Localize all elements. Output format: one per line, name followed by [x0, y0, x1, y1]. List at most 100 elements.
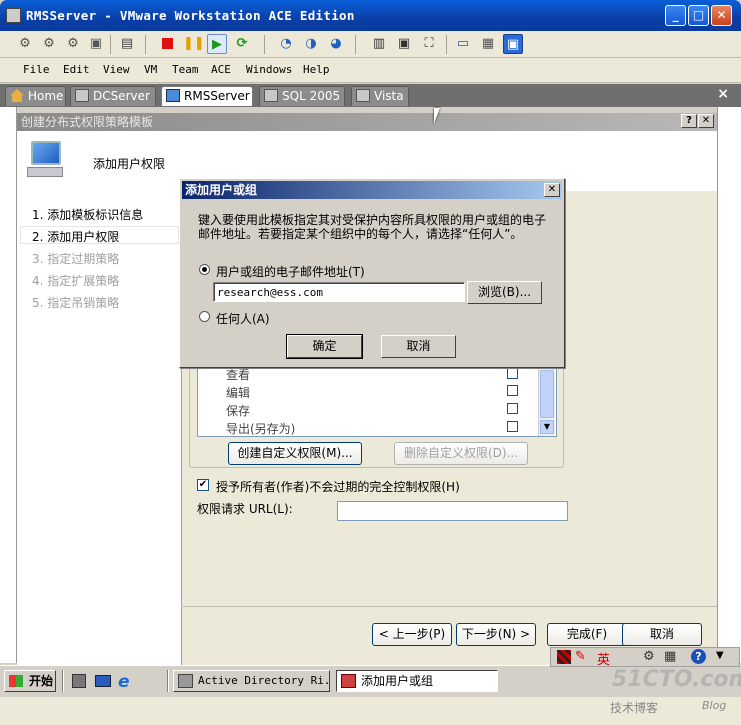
close-button[interactable]: ✕	[711, 5, 732, 26]
menu-vm[interactable]: VM	[144, 63, 157, 76]
take-snapshot-icon[interactable]: ◔	[276, 34, 296, 54]
summary-icon[interactable]: ▤	[117, 34, 137, 54]
internet-explorer-icon[interactable]: e	[118, 672, 130, 692]
play-icon[interactable]: ▶	[207, 34, 227, 54]
computer-icon	[27, 141, 67, 179]
email-option-radio[interactable]	[199, 264, 210, 275]
permission-view-checkbox[interactable]	[507, 368, 518, 379]
summary-view-icon[interactable]: ▦	[478, 34, 498, 54]
permissions-scrollbar[interactable]: ▼	[538, 368, 555, 436]
scroll-thumb[interactable]	[540, 370, 554, 418]
finish-button[interactable]: 完成(F)	[547, 623, 627, 646]
manage-snapshots-icon[interactable]: ◕	[326, 34, 346, 54]
mouse-cursor	[434, 108, 446, 124]
restore-snapshot-icon[interactable]: ◑	[301, 34, 321, 54]
menu-file[interactable]: File	[23, 63, 50, 76]
step-2: 2. 添加用户权限	[32, 230, 120, 244]
dialog-description: 键入要使用此模板指定其对受保护内容所具权限的用户或组的电子邮件地址。若要指定某个…	[198, 213, 547, 241]
ime-language-label[interactable]: 英	[597, 649, 610, 668]
dialog-cancel-button[interactable]: 取消	[381, 335, 456, 358]
snapshot-tree-icon[interactable]: ▣	[86, 34, 106, 54]
tab-sql-2005[interactable]: SQL 2005	[259, 86, 345, 106]
sidebar-toggle-icon[interactable]: ▥	[369, 34, 389, 54]
permission-save-checkbox[interactable]	[507, 403, 518, 414]
revert-snapshot-icon[interactable]: ⚙	[39, 34, 59, 54]
close-tab-icon[interactable]: ×	[717, 86, 729, 102]
help-tray-icon[interactable]: ?	[691, 649, 706, 664]
tray-menu-icon[interactable]: ▼	[716, 650, 724, 661]
delete-custom-rights-button[interactable]: 删除自定义权限(D)...	[394, 442, 528, 465]
toolbar: ⚙ ⚙ ⚙ ▣ ▤ ❚❚ ▶ ⟳ ◔ ◑ ◕ ▥ ▣ ⛶ ▭ ▦ ▣	[0, 31, 741, 58]
input-method-icon[interactable]	[557, 650, 571, 664]
snapshot-icon[interactable]: ⚙	[15, 34, 35, 54]
next-button[interactable]: 下一步(N) >	[456, 623, 536, 646]
step-4: 4. 指定扩展策略	[32, 274, 120, 288]
stop-icon[interactable]	[157, 34, 177, 54]
windows-logo-icon	[9, 675, 23, 687]
server-manager-icon[interactable]	[72, 674, 86, 688]
step-1: 1. 添加模板标识信息	[32, 208, 144, 222]
dialog-close-button[interactable]: ✕	[544, 183, 560, 197]
snapshot-manager-icon[interactable]: ⚙	[63, 34, 83, 54]
pause-icon[interactable]: ❚❚	[183, 34, 205, 54]
ime-mode-icon[interactable]: ✎	[575, 649, 586, 664]
back-button[interactable]: < 上一步(P)	[372, 623, 452, 646]
email-option-label[interactable]: 用户或组的电子邮件地址(T)	[216, 263, 365, 280]
tab-home[interactable]: Home	[5, 86, 66, 106]
menu-view[interactable]: View	[103, 63, 130, 76]
anyone-option-label[interactable]: 任何人(A)	[216, 310, 270, 327]
permission-edit-checkbox[interactable]	[507, 385, 518, 396]
ime-keyboard-icon[interactable]: ▦	[664, 649, 676, 664]
permission-export-checkbox[interactable]	[507, 421, 518, 432]
menu-windows[interactable]: Windows	[246, 63, 292, 76]
step-5: 5. 指定吊销策略	[32, 296, 120, 310]
toolbar-separator	[110, 35, 111, 54]
rights-url-input[interactable]	[337, 501, 568, 521]
help-button[interactable]: ?	[681, 114, 697, 128]
tab-dcserver[interactable]: DCServer	[70, 86, 156, 106]
taskbar-item-active-directory[interactable]: Active Directory Ri...	[173, 670, 330, 692]
show-desktop-icon[interactable]	[95, 675, 111, 687]
email-input[interactable]: research@ess.com	[213, 282, 465, 302]
full-screen-icon[interactable]: ⛶	[419, 34, 439, 54]
menu-ace[interactable]: ACE	[211, 63, 231, 76]
home-icon	[10, 89, 24, 102]
wizard-title-bar: 创建分布式权限策略模板	[17, 113, 717, 131]
start-button[interactable]: 开始	[4, 670, 56, 692]
console-view-icon[interactable]: ▭	[453, 34, 473, 54]
anyone-option-radio[interactable]	[199, 311, 210, 322]
ime-settings-icon[interactable]: ⚙	[643, 649, 655, 664]
maximize-button[interactable]: □	[688, 5, 709, 26]
wizard-cancel-button[interactable]: 取消	[622, 623, 702, 646]
toolbar-separator	[264, 35, 265, 54]
permission-edit: 编辑	[226, 386, 251, 400]
ok-button[interactable]: 确定	[286, 334, 363, 359]
permission-save: 保存	[226, 404, 251, 418]
tab-label: Vista	[374, 89, 404, 103]
grant-owner-label: 授予所有者(作者)不会过期的完全控制权限(H)	[216, 480, 460, 494]
appliance-view-icon[interactable]: ▣	[503, 34, 523, 54]
watermark-subtitle: 技术博客	[610, 701, 659, 715]
menu-edit[interactable]: Edit	[63, 63, 90, 76]
grant-owner-checkbox[interactable]: ✔	[197, 479, 209, 491]
guest-left-strip	[0, 107, 17, 663]
watermark-blog: Blog	[702, 699, 727, 712]
create-custom-rights-button[interactable]: 创建自定义权限(M)...	[228, 442, 362, 465]
rights-url-label: 权限请求 URL(L):	[197, 502, 293, 516]
tab-rmsserver[interactable]: RMSServer	[161, 86, 253, 106]
tab-vista[interactable]: Vista	[351, 86, 409, 106]
reset-icon[interactable]: ⟳	[232, 34, 252, 54]
minimize-button[interactable]: _	[665, 5, 686, 26]
menu-help[interactable]: Help	[303, 63, 330, 76]
scroll-down-icon[interactable]: ▼	[540, 420, 554, 434]
menu-team[interactable]: Team	[172, 63, 199, 76]
step-3: 3. 指定过期策略	[32, 252, 120, 266]
taskbar-item-add-user[interactable]: 添加用户或组	[336, 670, 498, 692]
wizard-close-button[interactable]: ✕	[698, 114, 714, 128]
tab-label: Home	[28, 89, 64, 103]
tab-label: SQL 2005	[282, 89, 341, 103]
tab-label: RMSServer	[184, 89, 250, 103]
quick-switch-icon[interactable]: ▣	[394, 34, 414, 54]
browse-button[interactable]: 浏览(B)...	[467, 281, 542, 304]
wizard-button-divider	[181, 606, 717, 607]
